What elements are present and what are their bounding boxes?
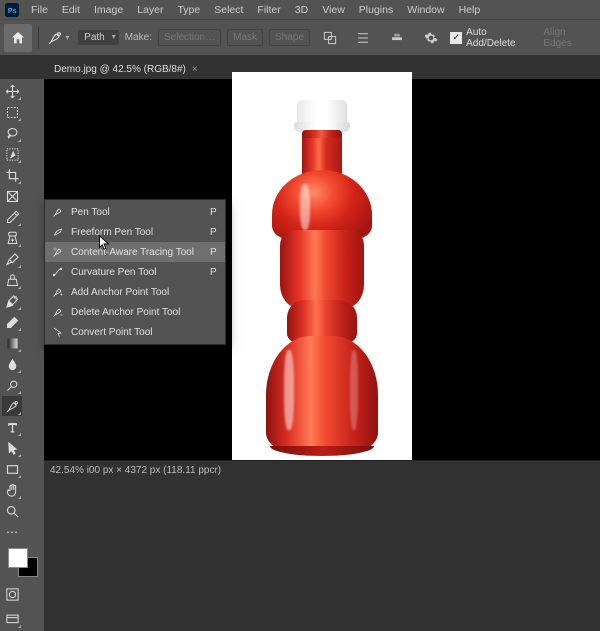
rectangle-tool[interactable]: [2, 459, 22, 479]
color-swatches[interactable]: [4, 547, 42, 579]
make-shape-button[interactable]: Shape: [269, 29, 310, 46]
flyout-item-label: Pen Tool: [71, 207, 110, 218]
zoom-tool[interactable]: [2, 501, 22, 521]
separator: [38, 27, 39, 49]
content-aware-pen-icon: [51, 245, 65, 259]
quick-mask-icon[interactable]: [2, 584, 22, 604]
type-tool[interactable]: [2, 417, 22, 437]
flyout-item-label: Freeform Pen Tool: [71, 227, 153, 238]
flyout-item-label: Content-Aware Tracing Tool: [71, 247, 194, 258]
menu-bar: Ps File Edit Image Layer Type Select Fil…: [0, 0, 600, 19]
menu-type[interactable]: Type: [170, 1, 207, 19]
add-anchor-icon: [51, 285, 65, 299]
ps-logo-icon: Ps: [2, 1, 22, 19]
bottle-image: [260, 100, 384, 456]
menu-file[interactable]: File: [24, 1, 55, 19]
close-tab-icon[interactable]: ×: [192, 64, 198, 75]
home-button[interactable]: [4, 24, 32, 52]
menu-view[interactable]: View: [315, 1, 352, 19]
lasso-tool[interactable]: [2, 123, 22, 143]
document-tab[interactable]: Demo.jpg @ 42.5% (RGB/8#) ×: [44, 58, 208, 80]
path-arrange-icon[interactable]: [383, 24, 411, 52]
hand-tool[interactable]: [2, 480, 22, 500]
flyout-add-anchor-point-tool[interactable]: Add Anchor Point Tool: [45, 282, 225, 302]
checkbox-icon: ✓: [450, 32, 462, 44]
curvature-pen-icon: [51, 265, 65, 279]
menu-filter[interactable]: Filter: [250, 1, 287, 19]
blur-tool[interactable]: [2, 354, 22, 374]
menu-3d[interactable]: 3D: [288, 1, 315, 19]
options-bar: ▾ Path Make: Selection… Mask Shape ✓ Aut…: [0, 19, 600, 55]
path-ops-icon[interactable]: [316, 24, 344, 52]
canvas: [232, 72, 412, 467]
path-selection-tool[interactable]: [2, 438, 22, 458]
pick-mode-select[interactable]: Path: [78, 30, 119, 45]
flyout-shortcut: P: [200, 247, 217, 258]
eyedropper-tool[interactable]: [2, 207, 22, 227]
auto-add-delete-checkbox[interactable]: ✓ Auto Add/Delete: [450, 27, 537, 49]
healing-brush-tool[interactable]: [2, 228, 22, 248]
auto-add-delete-label: Auto Add/Delete: [466, 27, 537, 49]
align-edges-label: Align Edges: [543, 27, 596, 49]
flyout-delete-anchor-point-tool[interactable]: Delete Anchor Point Tool: [45, 302, 225, 322]
menu-window[interactable]: Window: [400, 1, 451, 19]
menu-help[interactable]: Help: [452, 1, 488, 19]
brush-tool[interactable]: [2, 249, 22, 269]
flyout-item-label: Convert Point Tool: [71, 327, 153, 338]
clone-stamp-tool[interactable]: [2, 270, 22, 290]
marquee-tool[interactable]: [2, 102, 22, 122]
status-text: 42.54% i00 px × 4372 px (118.11 ppcr): [50, 465, 221, 476]
flyout-item-label: Add Anchor Point Tool: [71, 287, 169, 298]
delete-anchor-icon: [51, 305, 65, 319]
frame-tool[interactable]: [2, 186, 22, 206]
pen-tool[interactable]: [2, 396, 22, 416]
object-selection-tool[interactable]: [2, 144, 22, 164]
crop-tool[interactable]: [2, 165, 22, 185]
flyout-shortcut: P: [200, 207, 217, 218]
cursor-icon: [98, 235, 110, 251]
gear-icon[interactable]: [417, 24, 445, 52]
status-bar: 42.54% i00 px × 4372 px (118.11 ppcr): [44, 460, 600, 480]
edit-toolbar-icon[interactable]: ⋯: [2, 522, 22, 542]
move-tool[interactable]: [2, 81, 22, 101]
path-align-icon[interactable]: [350, 24, 378, 52]
menu-edit[interactable]: Edit: [55, 1, 87, 19]
flyout-shortcut: P: [200, 267, 217, 278]
pen-icon: [51, 205, 65, 219]
flyout-curvature-pen-tool[interactable]: Curvature Pen Tool P: [45, 262, 225, 282]
dodge-tool[interactable]: [2, 375, 22, 395]
flyout-freeform-pen-tool[interactable]: Freeform Pen Tool P: [45, 222, 225, 242]
document-tab-title: Demo.jpg @ 42.5% (RGB/8#): [54, 64, 186, 75]
flyout-content-aware-tracing-tool[interactable]: Content-Aware Tracing Tool P: [45, 242, 225, 262]
flyout-shortcut: P: [200, 227, 217, 238]
flyout-convert-point-tool[interactable]: Convert Point Tool: [45, 322, 225, 342]
work-area: ⋯ Pen Tool P: [0, 79, 600, 480]
menu-layer[interactable]: Layer: [130, 1, 170, 19]
tool-preset-picker[interactable]: ▾: [45, 24, 73, 52]
make-mask-button[interactable]: Mask: [227, 29, 263, 46]
make-label: Make:: [125, 32, 152, 43]
history-brush-tool[interactable]: [2, 291, 22, 311]
foreground-color-swatch[interactable]: [8, 548, 28, 568]
make-selection-button[interactable]: Selection…: [158, 29, 221, 46]
flyout-item-label: Curvature Pen Tool: [71, 267, 156, 278]
flyout-pen-tool[interactable]: Pen Tool P: [45, 202, 225, 222]
pen-tool-flyout: Pen Tool P Freeform Pen Tool P Content-A…: [44, 199, 226, 345]
menu-image[interactable]: Image: [87, 1, 130, 19]
toolbox: ⋯: [0, 79, 44, 631]
screen-mode-icon[interactable]: [2, 609, 22, 629]
eraser-tool[interactable]: [2, 312, 22, 332]
freeform-pen-icon: [51, 225, 65, 239]
convert-point-icon: [51, 325, 65, 339]
menu-select[interactable]: Select: [207, 1, 250, 19]
menu-plugins[interactable]: Plugins: [352, 1, 400, 19]
svg-text:Ps: Ps: [8, 7, 17, 14]
gradient-tool[interactable]: [2, 333, 22, 353]
flyout-item-label: Delete Anchor Point Tool: [71, 307, 180, 318]
